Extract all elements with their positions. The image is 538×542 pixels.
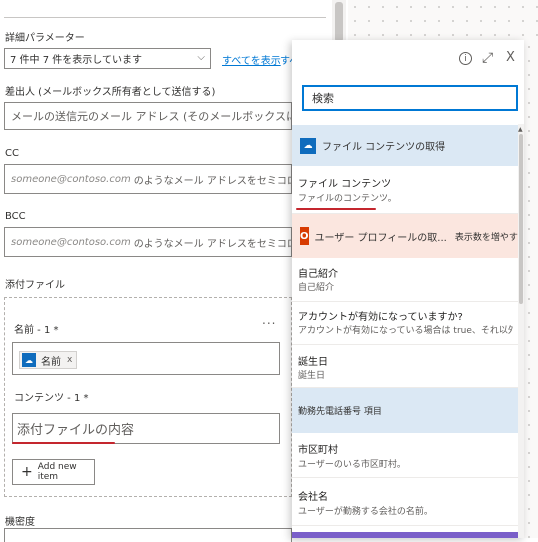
list-item-account-enabled[interactable]: アカウントが有効になっていますか? アカウントが有効になっている場合は true…	[292, 302, 518, 345]
name-label: 名前 - 1 *	[14, 325, 59, 336]
item-description: 自己紹介	[298, 283, 335, 293]
panel-scrollbar[interactable]	[518, 124, 524, 538]
item-title: 自己紹介	[298, 269, 338, 280]
list-item-company[interactable]: 会社名 ユーザーが勤務する会社の名前。	[292, 478, 518, 526]
cc-label: CC	[5, 148, 19, 159]
add-new-item-button[interactable]: + Add new item	[12, 459, 95, 485]
section-user-profile[interactable]: O ユーザー プロフィールの取... 表示数を増やす (31 件)	[292, 214, 524, 258]
item-description: ユーザーのいる市区町村。	[298, 460, 406, 470]
bcc-placeholder-email: someone@contoso.com	[11, 236, 131, 248]
search-placeholder: 検索	[312, 92, 334, 105]
panel-header: i ⤢ X	[292, 40, 524, 78]
attachments-label: 添付ファイル	[5, 280, 65, 291]
dynamic-content-panel: i ⤢ X 検索 ☁ ファイル コンテンツの取得 ファイル コンテンツ ファイル…	[292, 40, 524, 538]
sender-input[interactable]: メールの送信元のメール アドレス (そのメールボックスに対する「送...	[4, 102, 292, 130]
divider	[4, 17, 326, 18]
canvas-background-right	[522, 40, 538, 538]
expand-icon[interactable]: ⤢	[482, 50, 493, 66]
cc-input[interactable]: someone@contoso.com のようなメール アドレスをセミコロンで区…	[4, 164, 292, 194]
list-item-city[interactable]: 市区町村 ユーザーのいる市区町村。	[292, 433, 518, 478]
section-file-content[interactable]: ☁ ファイル コンテンツの取得	[292, 125, 518, 166]
item-title: アカウントが有効になっていますか?	[298, 312, 463, 323]
token-remove-icon[interactable]: x	[67, 355, 72, 365]
bcc-label: BCC	[5, 211, 26, 222]
item-title: ファイル コンテンツ	[298, 179, 392, 190]
dynamic-content-token[interactable]: ☁ 名前 x	[19, 351, 78, 369]
list-item-birthday[interactable]: 誕生日 誕生日	[292, 345, 518, 388]
scroll-thumb[interactable]	[335, 2, 343, 42]
sensitivity-label: 機密度	[5, 517, 35, 528]
list-item-file-content[interactable]: ファイル コンテンツ ファイルのコンテンツ。	[292, 166, 518, 214]
item-description: アカウントが有効になっている場合は true、それ以外の場合は fal...	[298, 326, 513, 336]
plus-icon: +	[21, 464, 33, 480]
item-title: 会社名	[298, 492, 328, 503]
info-icon[interactable]: i	[459, 52, 472, 65]
section-next[interactable]	[292, 532, 518, 538]
canvas-background	[348, 0, 538, 40]
onedrive-icon: ☁	[22, 353, 36, 367]
sensitivity-input[interactable]	[4, 528, 292, 542]
item-title: 誕生日	[298, 357, 328, 368]
close-icon[interactable]: X	[506, 50, 515, 65]
cc-placeholder-email: someone@contoso.com	[11, 173, 131, 185]
item-title: 市区町村	[298, 445, 338, 456]
token-label: 名前	[41, 356, 61, 368]
section-title: ファイル コンテンツの取得	[322, 142, 446, 153]
cc-placeholder-text: のようなメール アドレスをセミコロンで区切っ...	[133, 175, 291, 187]
dropdown-value: 7 件中 7 件を表示しています	[10, 55, 142, 66]
content-label: コンテンツ - 1 *	[14, 393, 89, 404]
highlight-underline	[12, 442, 115, 444]
bcc-input[interactable]: someone@contoso.com のようなメール アドレスをセミコロンで区…	[4, 227, 292, 257]
section-business-phones[interactable]: 勤務先電話番号 項目	[292, 388, 518, 433]
sender-label: 差出人 (メールボックス所有者として送信する)	[5, 87, 216, 98]
content-value: 添付ファイルの内容	[17, 423, 135, 438]
panel-scroll-thumb[interactable]	[519, 134, 523, 304]
show-all-link[interactable]: すべてを表示	[222, 52, 281, 67]
item-description: ユーザーが勤務する会社の名前。	[298, 507, 433, 517]
show-more-link[interactable]: 表示数を増やす (31 件)	[455, 230, 524, 243]
bcc-placeholder-text: のようなメール アドレスをセミコロンで区切っ...	[133, 238, 291, 250]
list-item-about-me[interactable]: 自己紹介 自己紹介	[292, 258, 518, 302]
more-options-icon[interactable]: ...	[262, 313, 276, 327]
section-title: ユーザー プロフィールの取...	[314, 232, 447, 244]
attachment-name-input[interactable]: ☁ 名前 x	[12, 342, 280, 375]
advanced-params-dropdown[interactable]: 7 件中 7 件を表示しています ⌵	[4, 48, 211, 69]
section-title: 勤務先電話番号 項目	[298, 407, 382, 417]
attachment-content-input[interactable]: 添付ファイルの内容	[12, 413, 280, 444]
highlight-underline	[296, 208, 376, 210]
onedrive-icon: ☁	[300, 137, 316, 154]
search-input[interactable]: 検索	[302, 85, 518, 111]
chevron-down-icon: ⌵	[197, 52, 205, 63]
add-new-item-label: Add new item	[37, 462, 77, 482]
scroll-up-icon[interactable]: ▲	[518, 126, 523, 133]
advanced-params-label: 詳細パラメーター	[5, 33, 85, 44]
item-description: ファイルのコンテンツ。	[298, 194, 397, 204]
item-description: 誕生日	[298, 371, 326, 381]
sender-placeholder: メールの送信元のメール アドレス (そのメールボックスに対する「送...	[11, 110, 291, 123]
office-icon: O	[300, 227, 309, 245]
